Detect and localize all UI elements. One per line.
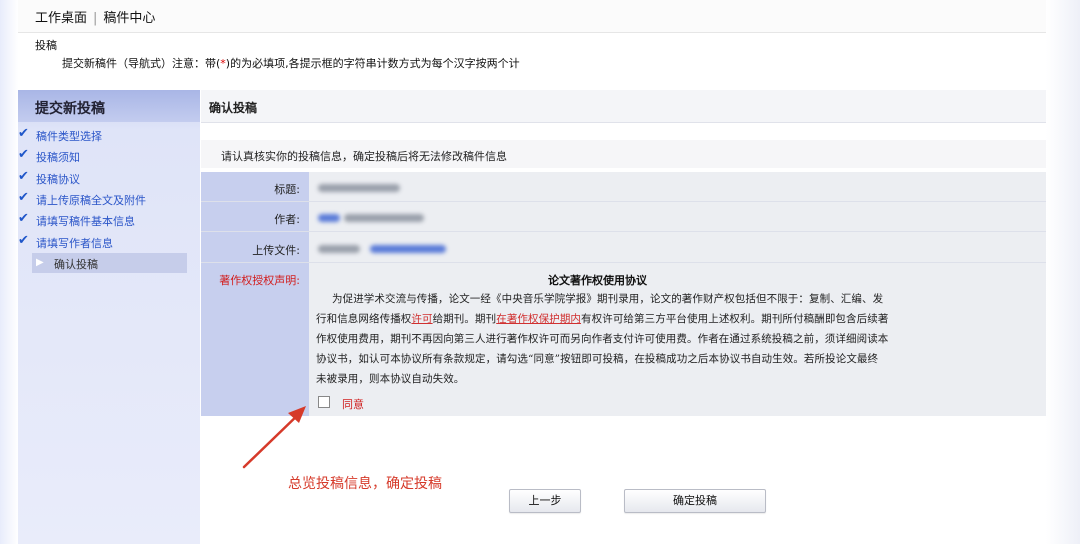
- sidebar-step-notice[interactable]: ✔ 投稿须知: [14, 146, 182, 166]
- author-value-redacted: [318, 214, 340, 222]
- verify-notice-text: 请认真核实你的投稿信息，确定投稿后将无法修改稿件信息: [221, 150, 507, 163]
- section-title: 投稿: [35, 39, 57, 52]
- sidebar-step-type[interactable]: ✔ 稿件类型选择: [14, 125, 182, 145]
- sidebar-step-label: 稿件类型选择: [36, 130, 102, 143]
- required-field-notice: 提交新稿件（导航式）注意：带(*)的为必填项,各提示框的字符串计数方式为每个汉字…: [62, 55, 520, 71]
- sidebar-step-label: 请填写稿件基本信息: [36, 215, 135, 228]
- sidebar-step-agreement[interactable]: ✔ 投稿协议: [14, 168, 182, 188]
- agreement-link-license[interactable]: 许可: [411, 313, 432, 325]
- breadcrumb-workdesk[interactable]: 工作桌面: [35, 11, 87, 26]
- agreement-text: 有权许可给第三方平台使用上述权利。期刊所付稿酬即包含后续著: [581, 313, 889, 325]
- main-header: 确认投稿: [201, 90, 1046, 123]
- agreement-line: 为促进学术交流与传播，论文一经《中央音乐学院学报》期刊录用，论文的著作财产权包括…: [332, 293, 884, 305]
- sidebar-step-label: 请填写作者信息: [36, 237, 113, 250]
- sidebar-title: 提交新投稿: [35, 101, 105, 117]
- agreement-body: 为促进学术交流与传播，论文一经《中央音乐学院学报》期刊录用，论文的著作财产权包括…: [316, 289, 1042, 389]
- notice-prefix: 提交新稿件（导航式）注意：带(: [62, 57, 221, 70]
- annotation-text: 总览投稿信息，确定投稿: [288, 476, 442, 492]
- breadcrumb: 工作桌面 | 稿件中心: [35, 7, 155, 26]
- row-divider: [201, 262, 1046, 263]
- agreement-line: 未被录用，则本协议自动失效。: [316, 373, 465, 385]
- sidebar-header: 提交新投稿: [18, 90, 200, 122]
- checkmark-icon: ✔: [18, 126, 29, 141]
- row-divider: [201, 201, 1046, 202]
- copyright-statement-label: 著作权授权声明:: [219, 274, 300, 287]
- checkmark-icon: ✔: [18, 190, 29, 205]
- agreement-line: 行和信息网络传播权许可给期刊。期刊在著作权保护期内有权许可给第三方平台使用上述权…: [316, 309, 1042, 329]
- agree-checkbox[interactable]: [318, 396, 330, 408]
- upload-file-link-redacted[interactable]: [370, 245, 446, 253]
- prev-step-button[interactable]: 上一步: [509, 489, 581, 513]
- sidebar-step-label: 请上传原稿全文及附件: [36, 194, 146, 207]
- sidebar-step-author-info[interactable]: ✔ 请填写作者信息: [14, 232, 182, 252]
- agree-checkbox-label[interactable]: 同意: [342, 396, 364, 412]
- main-title: 确认投稿: [209, 101, 258, 115]
- agreement-line: 作权使用费用，期刊不再因向第三人进行著作权许可而另向作者支付许可使用费。作者在通…: [316, 333, 889, 345]
- row-divider: [201, 231, 1046, 232]
- top-bar: 工作桌面 | 稿件中心: [18, 0, 1046, 33]
- author-label: 作者:: [274, 213, 300, 226]
- checkmark-icon: ✔: [18, 211, 29, 226]
- title-value-redacted: [318, 184, 400, 192]
- agreement-link-protection-period[interactable]: 在著作权保护期内: [496, 313, 581, 325]
- checkmark-icon: ✔: [18, 147, 29, 162]
- upload-file-redacted: [318, 245, 360, 253]
- notice-suffix: )的为必填项,各提示框的字符串计数方式为每个汉字按两个计: [225, 57, 520, 70]
- sidebar-step-basic-info[interactable]: ✔ 请填写稿件基本信息: [14, 210, 182, 230]
- checkmark-icon: ✔: [18, 169, 29, 184]
- sidebar-step-confirm[interactable]: ▶ 确认投稿: [32, 253, 187, 273]
- upload-file-label: 上传文件:: [252, 244, 300, 257]
- sidebar-step-label: 投稿须知: [36, 151, 80, 164]
- title-label: 标题:: [274, 183, 300, 196]
- verify-notice: 请认真核实你的投稿信息，确定投稿后将无法修改稿件信息: [201, 140, 1046, 168]
- play-triangle-icon: ▶: [36, 257, 44, 268]
- sidebar-step-label: 确认投稿: [54, 258, 98, 271]
- checkmark-icon: ✔: [18, 233, 29, 248]
- confirm-submit-button[interactable]: 确定投稿: [624, 489, 766, 513]
- annotation-arrow-icon: [242, 406, 306, 469]
- author-value-redacted: [344, 214, 424, 222]
- agreement-text: 行和信息网络传播权: [316, 313, 412, 325]
- breadcrumb-separator: |: [93, 11, 98, 26]
- breadcrumb-manuscript-center[interactable]: 稿件中心: [103, 11, 155, 26]
- form-label-column: [201, 172, 309, 416]
- agreement-line: 协议书，如认可本协议所有条款规定，请勾选“同意”按钮即可投稿，在投稿成功之后本协…: [316, 353, 879, 365]
- sidebar-step-label: 投稿协议: [36, 173, 80, 186]
- sidebar-step-upload[interactable]: ✔ 请上传原稿全文及附件: [14, 189, 182, 209]
- agreement-title: 论文著作权使用协议: [548, 274, 647, 287]
- agreement-text: 给期刊。期刊: [432, 313, 497, 325]
